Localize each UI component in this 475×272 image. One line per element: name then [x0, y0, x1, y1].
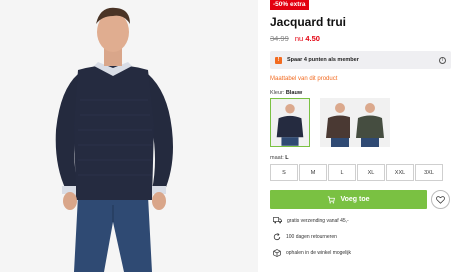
truck-icon	[273, 217, 282, 224]
color-label-text: Kleur:	[270, 90, 285, 96]
color-swatch-blauw[interactable]	[270, 98, 310, 147]
usp-store-pickup-text: ophalen in de winkel mogelijk	[286, 250, 352, 256]
product-image[interactable]	[0, 0, 258, 272]
selected-size: L	[285, 155, 289, 161]
now-label: nu	[294, 34, 304, 43]
color-label: Kleur: Blauw	[270, 90, 302, 96]
store-icon	[273, 249, 281, 257]
loyalty-text: Spaar 4 punten als member	[287, 57, 359, 63]
usp-store-pickup: ophalen in de winkel mogelijk	[273, 249, 351, 257]
color-swatch-groen[interactable]	[350, 98, 390, 147]
size-chart-link[interactable]: Maattabel van dit product	[270, 76, 337, 82]
return-icon	[273, 233, 281, 241]
model-photo	[0, 0, 258, 272]
old-price: 34.99	[270, 34, 289, 43]
usp-returns-text: 100 dagen retourneren	[286, 234, 337, 240]
usp-shipping-text: gratis verzending vanaf 45,-	[287, 217, 349, 224]
swatch-image	[271, 99, 309, 146]
add-to-cart-label: Voeg toe	[340, 196, 370, 203]
selected-color: Blauw	[285, 90, 303, 96]
usp-shipping: gratis verzending vanaf 45,-	[273, 217, 349, 224]
size-option-m[interactable]: M	[299, 164, 327, 181]
usp-returns: 100 dagen retourneren	[273, 233, 337, 241]
size-label: maat: L	[270, 155, 289, 161]
new-price: 4.50	[305, 34, 320, 43]
size-option-xxl[interactable]: XXL	[386, 164, 414, 181]
cart-icon	[328, 195, 336, 204]
heart-icon	[436, 195, 445, 204]
size-option-l[interactable]: L	[328, 164, 356, 181]
product-title: Jacquard trui	[270, 15, 347, 29]
size-selector: S M L XL XXL 3XL	[270, 164, 443, 181]
info-icon[interactable]: i	[439, 56, 446, 64]
loyalty-points-icon: !	[275, 56, 282, 64]
size-option-s[interactable]: S	[270, 164, 298, 181]
loyalty-banner: ! Spaar 4 punten als member i	[270, 51, 451, 69]
price-block: 34.99 nu 4.50	[270, 34, 320, 43]
product-info: -50% extra Jacquard trui 34.99 nu 4.50 !…	[270, 0, 470, 272]
swatch-image	[350, 98, 390, 147]
favorite-button[interactable]	[431, 190, 450, 209]
add-to-cart-button[interactable]: Voeg toe	[270, 190, 427, 209]
size-label-text: maat:	[270, 155, 284, 161]
size-option-xl[interactable]: XL	[357, 164, 385, 181]
discount-badge: -50% extra	[270, 0, 309, 10]
size-option-3xl[interactable]: 3XL	[415, 164, 443, 181]
